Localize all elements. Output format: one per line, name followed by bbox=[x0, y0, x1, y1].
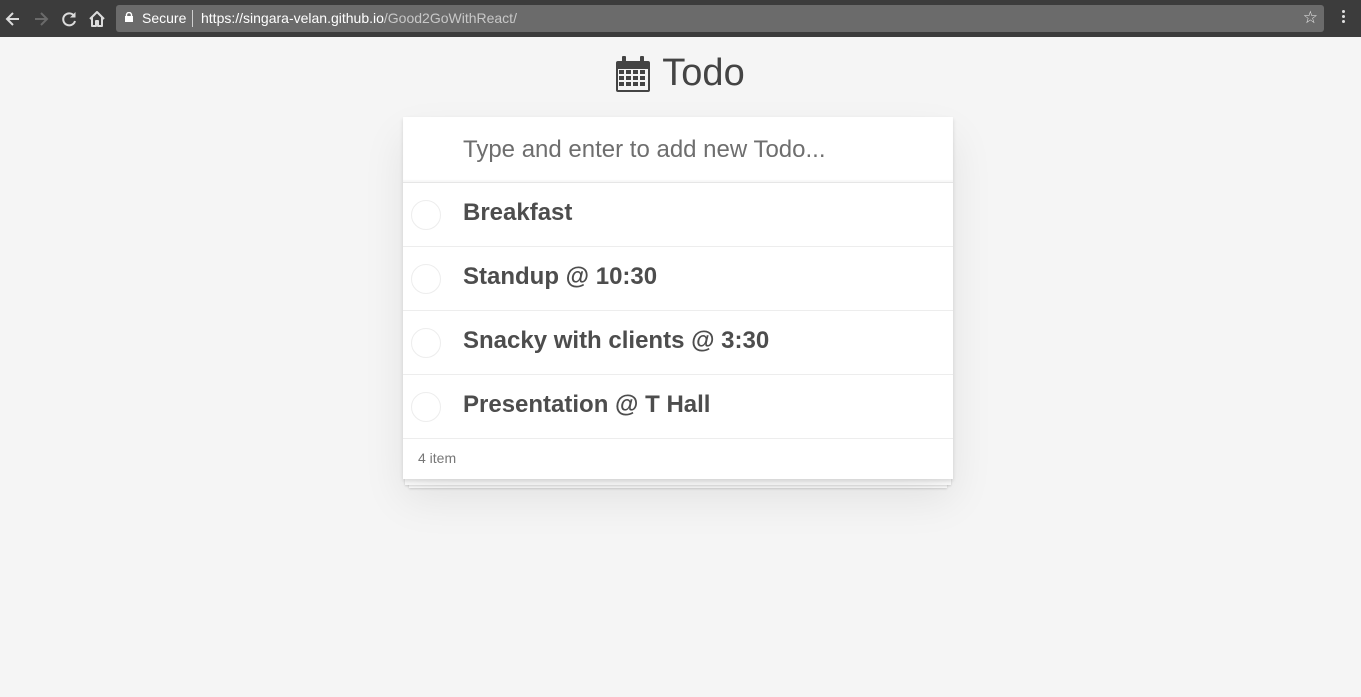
reload-icon bbox=[62, 12, 76, 27]
lock-icon bbox=[125, 12, 133, 22]
todo-toggle[interactable] bbox=[411, 328, 441, 358]
address-divider bbox=[192, 10, 193, 27]
todo-list: Breakfast Standup @ 10:30 Snacky with cl… bbox=[403, 182, 953, 439]
reload-button[interactable] bbox=[59, 9, 79, 29]
todo-footer: 4 item bbox=[403, 439, 953, 479]
secure-label: Secure bbox=[142, 10, 187, 26]
url-path: /Good2GoWithReact/ bbox=[383, 10, 517, 26]
more-vert-icon bbox=[1338, 10, 1348, 23]
todo-card: Breakfast Standup @ 10:30 Snacky with cl… bbox=[403, 117, 953, 479]
todo-item[interactable]: Standup @ 10:30 bbox=[403, 247, 953, 311]
todo-item[interactable]: Snacky with clients @ 3:30 bbox=[403, 311, 953, 375]
back-button[interactable] bbox=[3, 9, 23, 29]
todo-label[interactable]: Presentation @ T Hall bbox=[463, 391, 710, 419]
new-todo-input[interactable] bbox=[403, 117, 953, 182]
page-title: Todo bbox=[662, 52, 745, 94]
todo-count: 4 item bbox=[418, 450, 457, 466]
todo-item[interactable]: Presentation @ T Hall bbox=[403, 375, 953, 439]
todo-toggle[interactable] bbox=[411, 200, 441, 230]
app-header: Todo bbox=[0, 52, 1361, 97]
address-bar[interactable]: Secure https://singara-velan.github.io/G… bbox=[116, 5, 1324, 32]
todo-label[interactable]: Breakfast bbox=[463, 199, 572, 227]
todo-toggle[interactable] bbox=[411, 392, 441, 422]
browser-toolbar: Secure https://singara-velan.github.io/G… bbox=[0, 0, 1361, 37]
todo-label[interactable]: Standup @ 10:30 bbox=[463, 263, 657, 291]
bookmark-star-icon[interactable]: ☆ bbox=[1303, 8, 1318, 28]
forward-button[interactable] bbox=[31, 9, 51, 29]
todo-toggle[interactable] bbox=[411, 264, 441, 294]
url-text[interactable]: https://singara-velan.github.io/Good2GoW… bbox=[201, 10, 517, 26]
arrow-left-icon bbox=[5, 12, 19, 26]
todo-label[interactable]: Snacky with clients @ 3:30 bbox=[463, 327, 769, 355]
browser-menu-button[interactable] bbox=[1338, 8, 1348, 28]
arrow-right-icon bbox=[35, 12, 49, 26]
home-button[interactable] bbox=[87, 9, 107, 29]
home-icon bbox=[89, 11, 105, 27]
calendar-icon bbox=[616, 55, 651, 92]
todo-item[interactable]: Breakfast bbox=[403, 183, 953, 247]
url-host: https://singara-velan.github.io bbox=[201, 10, 384, 26]
